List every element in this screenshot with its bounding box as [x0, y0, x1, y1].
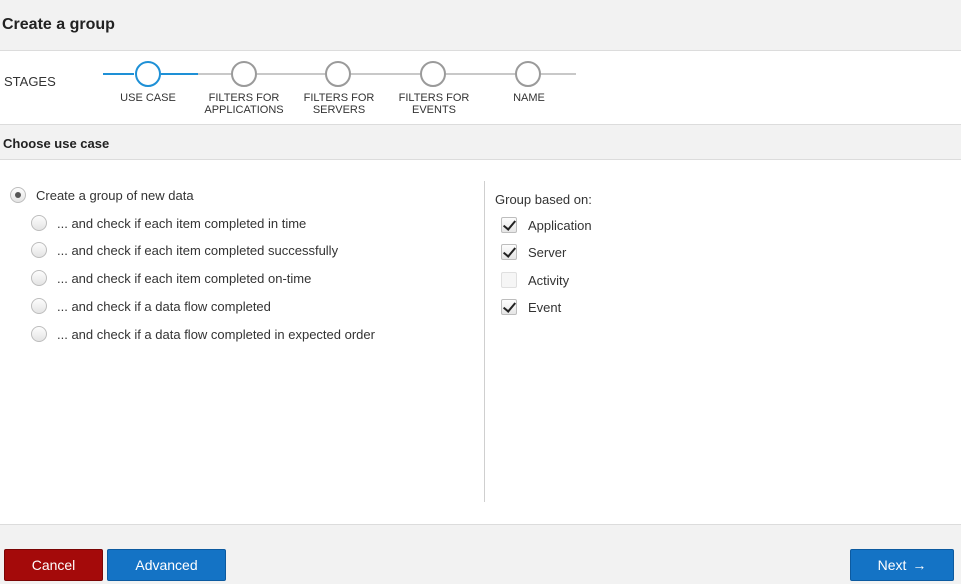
- use-case-option-label: ... and check if each item completed suc…: [57, 242, 339, 258]
- checkbox[interactable]: [501, 299, 517, 315]
- group-by-activity: Activity: [501, 272, 569, 288]
- group-based-on-label: Group based on:: [495, 192, 592, 207]
- stage-label-filters-applications: FILTERS FOR APPLICATIONS: [204, 92, 284, 116]
- checkbox-label: Activity: [528, 272, 570, 288]
- stage-filters-applications-step[interactable]: [231, 61, 257, 87]
- use-case-option-successfully[interactable]: ... and check if each item completed suc…: [31, 242, 338, 258]
- use-case-option-label: ... and check if each item completed in …: [57, 215, 307, 231]
- dialog-title: Create a group: [2, 16, 115, 33]
- next-button[interactable]: Next →: [850, 549, 954, 581]
- use-case-option-data-flow[interactable]: ... and check if a data flow completed: [31, 298, 271, 314]
- stage-filters-events-step[interactable]: [420, 61, 446, 87]
- next-button-label: Next: [877, 557, 907, 573]
- stage-name-step[interactable]: [515, 61, 541, 87]
- group-based-on-panel: Group based on: Application Server Activ…: [485, 160, 961, 505]
- dialog-footer: Cancel Advanced Next →: [0, 524, 961, 584]
- radio-button[interactable]: [10, 187, 26, 203]
- stage-label-filters-events: FILTERS FOR EVENTS: [398, 92, 470, 116]
- stage-connector: [103, 73, 134, 75]
- stages-label: STAGES: [4, 74, 56, 89]
- use-case-option-expected-order[interactable]: ... and check if a data flow completed i…: [31, 326, 375, 342]
- radio-button[interactable]: [31, 215, 47, 231]
- use-case-panel: Create a group of new data ... and check…: [0, 160, 484, 505]
- checkbox: [501, 272, 517, 288]
- use-case-option-label: ... and check if each item completed on-…: [57, 270, 312, 286]
- stage-use-case-step[interactable]: [135, 61, 161, 87]
- checkbox-label: Application: [528, 217, 592, 233]
- radio-button[interactable]: [31, 298, 47, 314]
- cancel-button[interactable]: Cancel: [4, 549, 103, 581]
- stages-progress: STAGES USE CASE FILTERS FOR APPLICATIONS…: [0, 52, 961, 124]
- use-case-option-label: ... and check if a data flow completed: [57, 298, 271, 314]
- dialog-header: Create a group: [0, 0, 961, 51]
- group-by-application[interactable]: Application: [501, 217, 592, 233]
- cancel-button-label: Cancel: [31, 557, 76, 573]
- stage-connector: [541, 73, 576, 75]
- use-case-main-label: Create a group of new data: [36, 187, 194, 203]
- checkbox[interactable]: [501, 217, 517, 233]
- checkbox-label: Event: [528, 299, 562, 315]
- advanced-button-label: Advanced: [135, 557, 198, 573]
- stage-label-use-case: USE CASE: [120, 92, 176, 104]
- stage-connector: [161, 73, 198, 75]
- stage-filters-servers-step[interactable]: [325, 61, 351, 87]
- stage-connector: [351, 73, 420, 75]
- radio-button[interactable]: [31, 326, 47, 342]
- stage-label-filters-servers: FILTERS FOR SERVERS: [303, 92, 375, 116]
- section-title: Choose use case: [3, 136, 110, 151]
- radio-button[interactable]: [31, 270, 47, 286]
- radio-button[interactable]: [31, 242, 47, 258]
- checkbox[interactable]: [501, 244, 517, 260]
- stage-connector: [198, 73, 231, 75]
- checkbox-label: Server: [528, 244, 567, 260]
- use-case-main-option[interactable]: Create a group of new data: [10, 187, 194, 203]
- stage-label-name: NAME: [513, 92, 545, 104]
- group-by-server[interactable]: Server: [501, 244, 566, 260]
- use-case-option-label: ... and check if a data flow completed i…: [57, 326, 375, 342]
- stage-connector: [257, 73, 325, 75]
- section-header: Choose use case: [0, 124, 961, 160]
- use-case-option-in-time[interactable]: ... and check if each item completed in …: [31, 215, 306, 231]
- arrow-right-icon: →: [912, 557, 927, 573]
- stage-connector: [446, 73, 515, 75]
- group-by-event[interactable]: Event: [501, 299, 561, 315]
- advanced-button[interactable]: Advanced: [107, 549, 226, 581]
- use-case-option-on-time[interactable]: ... and check if each item completed on-…: [31, 270, 311, 286]
